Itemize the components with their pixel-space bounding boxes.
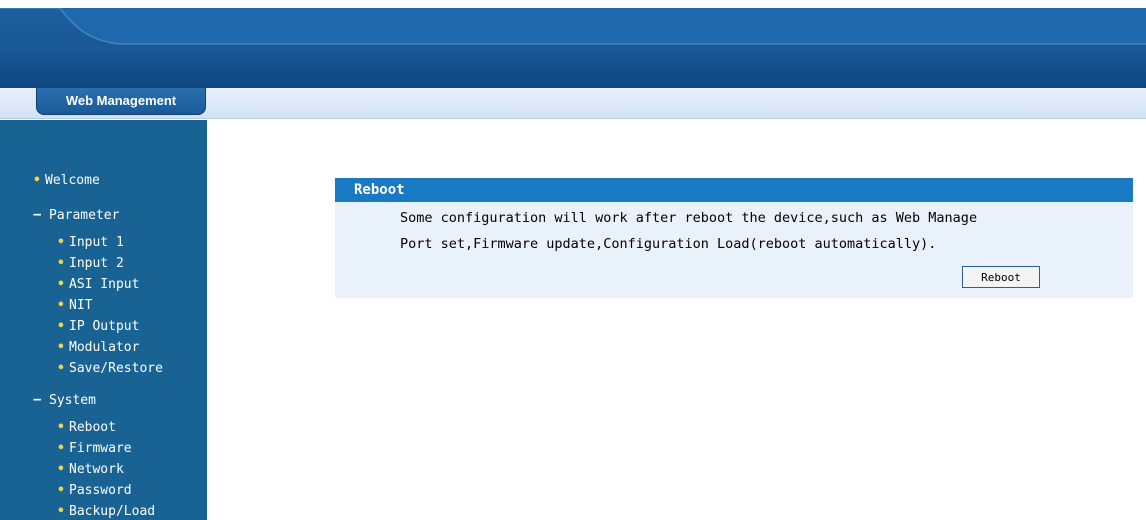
sidebar-item-modulator[interactable]: • Modulator <box>57 340 139 355</box>
collapse-icon: − <box>33 207 42 223</box>
sidebar-section-system[interactable]: − System <box>33 392 96 408</box>
bullet-icon: • <box>57 277 65 292</box>
sidebar-item-password[interactable]: • Password <box>57 483 132 498</box>
bullet-icon: • <box>57 504 65 519</box>
sidebar-item-welcome[interactable]: • Welcome <box>33 173 100 188</box>
sidebar-item-label: Input 2 <box>69 256 124 271</box>
sidebar-item-label: Network <box>69 462 124 477</box>
sidebar-item-label: Save/Restore <box>69 361 163 376</box>
sidebar-item-network[interactable]: • Network <box>57 462 124 477</box>
sidebar-item-label: ASI Input <box>69 277 140 292</box>
sidebar-item-label: IP Output <box>69 319 140 334</box>
header-banner <box>0 8 1146 88</box>
bullet-icon: • <box>57 462 65 477</box>
sidebar-item-label: Password <box>69 483 132 498</box>
bullet-icon: • <box>33 173 41 188</box>
panel-title: Reboot <box>335 178 1133 202</box>
reboot-button[interactable]: Reboot <box>962 266 1040 288</box>
banner-graphic <box>0 8 1146 45</box>
sidebar-item-label: Modulator <box>69 340 140 355</box>
sidebar-item-label: Backup/Load <box>69 504 156 519</box>
sidebar-item-label: Firmware <box>69 441 132 456</box>
sidebar-item-label: Welcome <box>45 173 100 188</box>
bullet-icon: • <box>57 420 65 435</box>
sidebar-item-ip-output[interactable]: • IP Output <box>57 319 139 334</box>
sidebar-section-label: Parameter <box>49 208 120 223</box>
panel-description-line-1: Some configuration will work after reboo… <box>400 210 978 226</box>
web-management-tab[interactable]: Web Management <box>36 88 206 115</box>
sidebar-item-firmware[interactable]: • Firmware <box>57 441 132 456</box>
bullet-icon: • <box>57 319 65 334</box>
collapse-icon: − <box>33 392 42 408</box>
sidebar-item-save-restore[interactable]: • Save/Restore <box>57 361 163 376</box>
top-strip <box>0 0 1146 8</box>
sidebar-item-nit[interactable]: • NIT <box>57 298 92 313</box>
bullet-icon: • <box>57 298 65 313</box>
bullet-icon: • <box>57 340 65 355</box>
bullet-icon: • <box>57 361 65 376</box>
sidebar-menu: • Welcome − Parameter • Input 1 • Input 2 • A… <box>0 120 207 520</box>
sidebar-section-parameter[interactable]: − Parameter <box>33 207 119 223</box>
bullet-icon: • <box>57 256 65 271</box>
bullet-icon: • <box>57 483 65 498</box>
sidebar-item-reboot[interactable]: • Reboot <box>57 420 116 435</box>
sidebar-item-backup-load[interactable]: • Backup/Load <box>57 504 155 519</box>
bullet-icon: • <box>57 441 65 456</box>
sidebar-item-label: NIT <box>69 298 93 313</box>
panel-description-line-2: Port set,Firmware update,Configuration L… <box>400 236 937 252</box>
sidebar-item-input-2[interactable]: • Input 2 <box>57 256 124 271</box>
bullet-icon: • <box>57 235 65 250</box>
sidebar-item-asi-input[interactable]: • ASI Input <box>57 277 139 292</box>
sidebar-section-label: System <box>49 393 96 408</box>
sidebar-item-label: Reboot <box>69 420 116 435</box>
sidebar-item-input-1[interactable]: • Input 1 <box>57 235 124 250</box>
sidebar-item-label: Input 1 <box>69 235 124 250</box>
